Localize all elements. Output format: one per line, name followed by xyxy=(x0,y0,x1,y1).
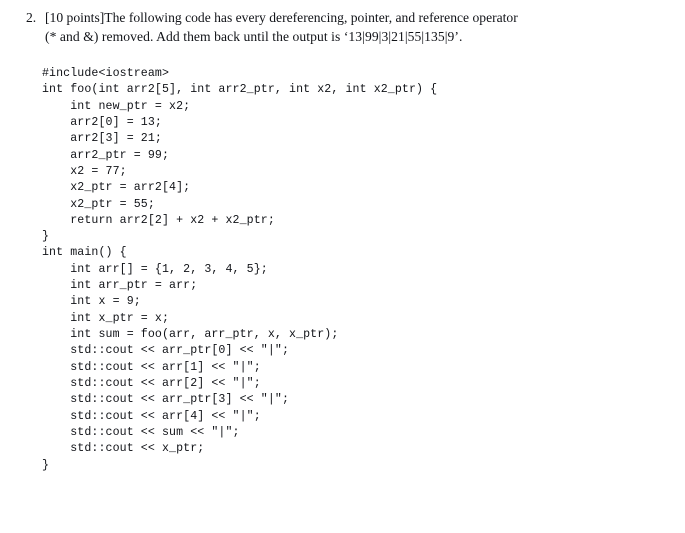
code-line: std::cout << arr[2] << "|"; xyxy=(42,376,261,390)
code-line: } xyxy=(42,458,50,472)
code-line: std::cout << arr_ptr[3] << "|"; xyxy=(42,393,290,407)
code-line: int x_ptr = x; xyxy=(42,311,170,325)
code-line: arr2[3] = 21; xyxy=(42,132,162,146)
code-line: #include<iostream> xyxy=(42,67,170,80)
code-line: } xyxy=(42,230,50,244)
code-line: std::cout << sum << "|"; xyxy=(42,425,240,439)
question-text-line-2: (* and &) removed. Add them back until t… xyxy=(45,28,463,44)
code-line: std::cout << arr[4] << "|"; xyxy=(42,409,261,423)
code-line: return arr2[2] + x2 + x2_ptr; xyxy=(42,213,275,227)
question-text: [10 points]The following code has every … xyxy=(45,9,626,46)
code-line: x2_ptr = 55; xyxy=(42,197,155,211)
code-line: x2_ptr = arr2[4]; xyxy=(42,181,191,195)
code-line: arr2[0] = 13; xyxy=(42,115,162,129)
code-line: int arr_ptr = arr; xyxy=(42,279,198,293)
code-line: int x = 9; xyxy=(42,295,141,309)
code-line: int sum = foo(arr, arr_ptr, x, x_ptr); xyxy=(42,328,339,341)
code-line: int arr[] = {1, 2, 3, 4, 5}; xyxy=(42,262,268,276)
code-line: int main() { xyxy=(42,246,127,260)
code-listing: #include<iostream> int foo(int arr2[5], i… xyxy=(42,66,437,474)
code-line: arr2_ptr = 99; xyxy=(42,148,170,162)
code-line: int foo(int arr2[5], int arr2_ptr, int x… xyxy=(42,83,438,97)
document-page: 2. [10 points]The following code has eve… xyxy=(0,0,685,533)
code-line: std::cout << arr[1] << "|"; xyxy=(42,360,261,374)
code-line: std::cout << x_ptr; xyxy=(42,442,205,456)
code-line: x2 = 77; xyxy=(42,164,127,178)
question-block: 2. [10 points]The following code has eve… xyxy=(26,9,626,46)
question-number: 2. xyxy=(26,10,37,25)
code-line: int new_ptr = x2; xyxy=(42,99,191,113)
question-text-line-1: [10 points]The following code has every … xyxy=(45,10,518,25)
code-line: std::cout << arr_ptr[0] << "|"; xyxy=(42,344,290,358)
